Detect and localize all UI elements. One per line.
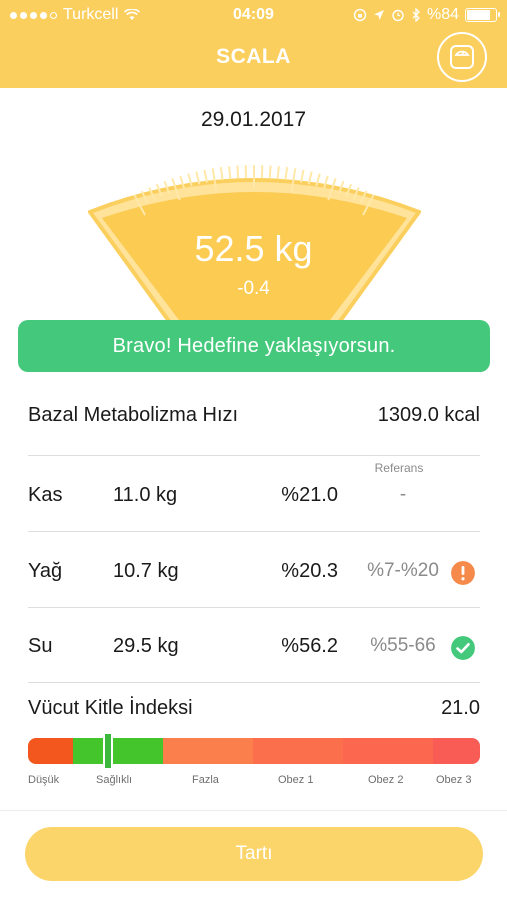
row-name: Su xyxy=(28,635,53,657)
bmi-segment xyxy=(73,738,163,764)
bmi-marker xyxy=(102,732,113,770)
bmi-category-label: Obez 2 xyxy=(368,774,404,786)
row-reference: %55-66 xyxy=(370,635,436,656)
reference-header: Referans xyxy=(374,461,424,475)
gauge-tick xyxy=(228,166,232,180)
bmi-row: Vücut Kitle İndeksi 21.0 xyxy=(28,697,480,720)
gauge-tick xyxy=(284,167,289,181)
bmi-category-label: Fazla xyxy=(192,774,219,786)
weigh-button[interactable]: Tartı xyxy=(25,827,483,881)
bmi-category-label: Düşük xyxy=(28,774,60,786)
row-reference: %7-%20 xyxy=(367,560,439,581)
row-kg: 10.7 kg xyxy=(113,560,179,582)
measurement-date: 29.01.2017 xyxy=(200,108,307,131)
status-indicators: %84 xyxy=(353,6,500,24)
scale-icon xyxy=(450,45,474,69)
battery-icon xyxy=(465,8,500,22)
status-bar: Turkcell 04:09 %84 xyxy=(0,0,507,32)
success-banner: Bravo! Hedefine yaklaşıyorsun. xyxy=(18,320,490,372)
divider xyxy=(28,607,480,608)
row-percent: %21.0 xyxy=(281,484,338,506)
alarm-icon xyxy=(392,9,404,22)
bmi-category-label: Obez 1 xyxy=(278,774,314,786)
bmi-label: Vücut Kitle İndeksi xyxy=(28,697,193,719)
bmi-category-label: Sağlıklı xyxy=(96,774,133,786)
gauge-tick xyxy=(300,169,305,183)
page-title: SCALA xyxy=(216,45,291,68)
bluetooth-icon xyxy=(412,8,420,22)
scale-button[interactable] xyxy=(437,32,487,82)
row-reference: - xyxy=(399,484,407,505)
row-kg: 29.5 kg xyxy=(113,635,179,657)
app-header: Turkcell 04:09 %84 SCALA xyxy=(0,0,507,88)
bmr-value: 1309.0 kcal xyxy=(377,404,480,426)
footer-divider xyxy=(0,810,507,811)
battery-percent: %84 xyxy=(426,6,459,23)
warning-icon[interactable] xyxy=(451,561,475,585)
divider xyxy=(28,531,480,532)
bmr-row: Bazal Metabolizma Hızı 1309.0 kcal xyxy=(28,404,480,427)
bmi-segment xyxy=(163,738,253,764)
bmi-scale-bar xyxy=(28,738,480,764)
divider xyxy=(28,455,480,456)
gauge-tick xyxy=(268,165,272,179)
row-percent: %56.2 xyxy=(281,635,338,657)
check-icon[interactable] xyxy=(451,636,475,660)
gauge-tick xyxy=(219,167,224,181)
divider xyxy=(28,682,480,683)
location-icon xyxy=(373,10,384,20)
weight-value: 52.5 kg xyxy=(194,228,313,269)
bmi-category-labels: Düşük Sağlıklı Fazla Obez 1 Obez 2 Obez 3 xyxy=(28,774,480,790)
bmi-value: 21.0 xyxy=(441,697,480,719)
bmi-segment xyxy=(253,738,343,764)
orientation-lock-icon xyxy=(353,8,367,22)
row-kg: 11.0 kg xyxy=(113,484,178,506)
bmi-category-label: Obez 3 xyxy=(436,774,472,786)
bmr-label: Bazal Metabolizma Hızı xyxy=(28,404,239,426)
row-name: Kas xyxy=(28,484,63,506)
bmi-segment xyxy=(343,738,433,764)
row-percent: %20.3 xyxy=(281,560,338,582)
bmi-segment xyxy=(433,738,480,764)
weight-change: -0.4 xyxy=(237,278,270,299)
bmi-segment xyxy=(28,738,73,764)
row-name: Yağ xyxy=(28,560,63,582)
gauge-tick xyxy=(203,169,208,183)
gauge-tick xyxy=(236,165,240,179)
gauge-tick xyxy=(276,166,280,180)
